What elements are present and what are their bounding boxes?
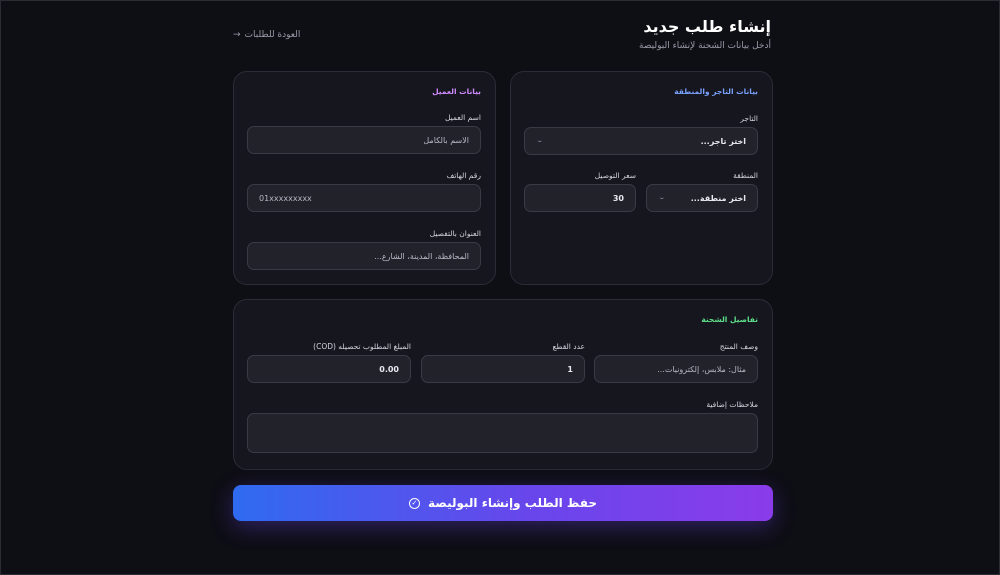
region-select-value: اختر منطقة... — [690, 193, 746, 203]
merchant-region-card: بيانات التاجر والمنطقة التاجر اختر تاجر.… — [510, 71, 773, 285]
merchant-card-title: بيانات التاجر والمنطقة — [674, 87, 758, 96]
pieces-count-input[interactable]: 1 — [421, 355, 585, 383]
customer-name-label: اسم العميل — [444, 113, 481, 122]
cod-amount-label: المبلغ المطلوب تحصيله (COD) — [313, 342, 411, 351]
shipment-card-title: تفاصيل الشحنة — [701, 315, 758, 324]
notes-label: ملاحظات إضافية — [706, 400, 758, 409]
cod-amount-input[interactable]: 0.00 — [247, 355, 411, 383]
pieces-count-label: عدد القطع — [552, 342, 585, 351]
merchant-select[interactable]: اختر تاجر... ⌄ — [524, 127, 758, 155]
customer-card: بيانات العميل اسم العميل الاسم بالكامل ر… — [233, 71, 496, 285]
customer-card-title: بيانات العميل — [432, 87, 481, 96]
product-description-input[interactable]: مثال: ملابس، إلكترونيات... — [594, 355, 758, 383]
address-label: العنوان بالتفصيل — [429, 229, 481, 238]
back-link-label: العودة للطلبات — [244, 30, 301, 40]
customer-name-input[interactable]: الاسم بالكامل — [247, 126, 481, 154]
chevron-down-icon: ⌄ — [536, 138, 544, 144]
phone-input[interactable]: 01xxxxxxxxx — [247, 184, 481, 212]
check-mark: ✓ — [411, 498, 418, 507]
shipment-details-card: تفاصيل الشحنة وصف المنتج مثال: ملابس، إل… — [233, 299, 773, 470]
delivery-price-input[interactable]: 30 — [524, 184, 636, 212]
merchant-label: التاجر — [740, 114, 758, 123]
merchant-select-value: اختر تاجر... — [700, 136, 746, 146]
address-input[interactable]: المحافظة، المدينة، الشارع... — [247, 242, 481, 270]
phone-label: رقم الهاتف — [446, 171, 481, 180]
check-circle-icon: ✓ — [408, 497, 420, 509]
chevron-down-icon: ⌄ — [658, 195, 666, 201]
region-label: المنطقة — [733, 171, 758, 180]
region-select[interactable]: اختر منطقة... ⌄ — [646, 184, 758, 212]
page-subtitle: أدخل بيانات الشحنة لإنشاء البوليصة — [639, 41, 771, 51]
back-to-orders-link[interactable]: العودة للطلبات → — [233, 30, 300, 40]
arrow-right-icon: → — [233, 30, 241, 40]
product-description-label: وصف المنتج — [719, 342, 758, 351]
save-order-button-label: حفظ الطلب وإنشاء البوليصة — [427, 496, 598, 510]
page-title: إنشاء طلب جديد — [643, 17, 771, 36]
notes-textarea[interactable] — [247, 413, 758, 453]
delivery-price-label: سعر التوصيل — [594, 171, 636, 180]
save-order-button[interactable]: حفظ الطلب وإنشاء البوليصة ✓ — [233, 485, 773, 521]
